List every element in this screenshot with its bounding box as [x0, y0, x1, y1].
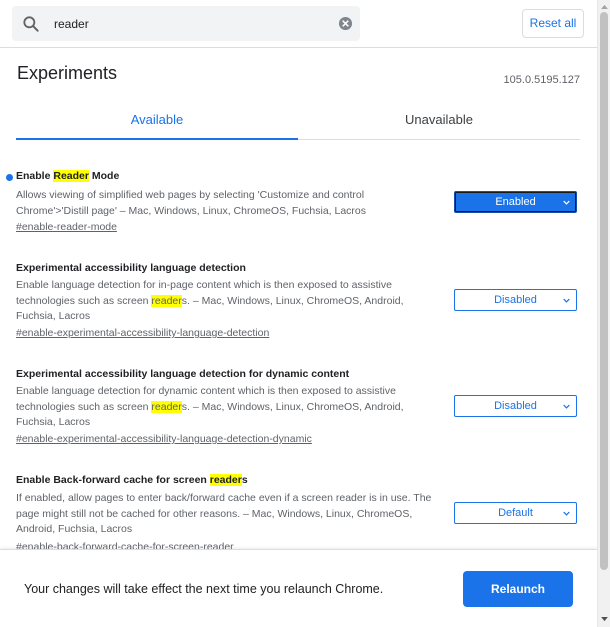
select-value: Disabled	[494, 294, 537, 306]
description-line: technologies such as screen readers. – M…	[16, 400, 441, 416]
flags-page: Reset all Experiments 105.0.5195.127 Ava…	[0, 0, 597, 627]
title-text: Mode	[88, 170, 120, 182]
experiment-state-select[interactable]: Enabled	[454, 191, 577, 213]
experiment-title: Enable Reader Mode	[16, 170, 119, 182]
experiment-title: Experimental accessibility language dete…	[16, 368, 350, 380]
experiment-description: Enable language detection for in-page co…	[16, 278, 441, 325]
chevron-down-icon	[563, 298, 570, 303]
description-line: Fuchsia, Lacros	[16, 416, 91, 428]
description-line: technologies such as screen readers. – M…	[16, 294, 441, 310]
experiment-state-select[interactable]: Default	[454, 502, 577, 524]
chevron-down-icon	[563, 404, 570, 409]
experiment-description: If enabled, allow pages to enter back/fo…	[16, 491, 446, 538]
version-number: 105.0.5195.127	[503, 74, 580, 86]
chevron-down-icon	[563, 200, 570, 205]
description-text: s. – Mac, Windows, Linux, ChromeOS, Andr…	[181, 400, 404, 413]
scroll-down-arrow-icon[interactable]	[601, 617, 608, 622]
experiment-title: Experimental accessibility language dete…	[16, 262, 246, 274]
tab-available[interactable]: Available	[16, 112, 298, 140]
select-value: Disabled	[494, 400, 537, 412]
search-box[interactable]	[12, 6, 360, 41]
search-highlight: reader	[209, 474, 242, 486]
search-highlight: Reader	[53, 170, 89, 182]
experiment-title: Enable Back-forward cache for screen rea…	[16, 474, 248, 486]
description-text: technologies such as screen	[16, 400, 152, 413]
description-line: Enable language detection for in-page co…	[16, 279, 392, 291]
description-line: Fuchsia, Lacros	[16, 310, 91, 322]
description-line: Enable language detection for dynamic co…	[16, 385, 396, 397]
search-highlight: reader	[151, 400, 182, 413]
clear-icon[interactable]	[338, 16, 353, 31]
experiment-description: Enable language detection for dynamic co…	[16, 384, 441, 431]
experiment-description: Allows viewing of simplified web pages b…	[16, 188, 441, 219]
description-line: Android, Fuchsia, Lacros	[16, 523, 133, 535]
scrollbar-thumb[interactable]	[600, 12, 608, 570]
experiment-link[interactable]: #enable-experimental-accessibility-langu…	[16, 327, 269, 339]
header: Reset all	[0, 0, 597, 48]
select-value: Default	[498, 507, 533, 519]
search-highlight: reader	[151, 294, 182, 307]
scroll-up-arrow-icon[interactable]	[601, 4, 608, 9]
experiment-state-select[interactable]: Disabled	[454, 289, 577, 311]
tab-unavailable[interactable]: Unavailable	[298, 112, 580, 140]
active-tab-indicator	[16, 138, 298, 140]
search-input[interactable]	[54, 14, 334, 34]
search-icon	[23, 16, 39, 32]
title-text: Enable	[16, 170, 54, 182]
description-line: Allows viewing of simplified web pages b…	[16, 189, 365, 201]
modified-indicator	[6, 174, 13, 181]
description-line: If enabled, allow pages to enter back/fo…	[16, 492, 432, 504]
description-text: s. – Mac, Windows, Linux, ChromeOS, Andr…	[181, 294, 404, 307]
description-line: page might still not be cached for other…	[16, 507, 413, 520]
description-line: Chrome'>'Distill page' – Mac, Windows, L…	[16, 204, 367, 217]
experiment-state-select[interactable]: Disabled	[454, 395, 577, 417]
page-title: Experiments	[17, 63, 118, 83]
description-text: technologies such as screen	[16, 294, 152, 307]
relaunch-message: Your changes will take effect the next t…	[24, 582, 384, 596]
vertical-scrollbar[interactable]	[597, 0, 610, 627]
select-value: Enabled	[495, 196, 536, 208]
relaunch-footer: Your changes will take effect the next t…	[0, 549, 597, 627]
experiment-link[interactable]: #enable-reader-mode	[16, 221, 117, 233]
experiment-link[interactable]: #enable-experimental-accessibility-langu…	[16, 433, 312, 445]
title-text: Enable Back-forward cache for screen	[16, 474, 210, 486]
relaunch-button[interactable]: Relaunch	[463, 571, 573, 607]
chevron-down-icon	[563, 511, 570, 516]
title-text: s	[241, 474, 248, 486]
tab-divider	[298, 139, 580, 140]
reset-all-button[interactable]: Reset all	[522, 9, 584, 38]
